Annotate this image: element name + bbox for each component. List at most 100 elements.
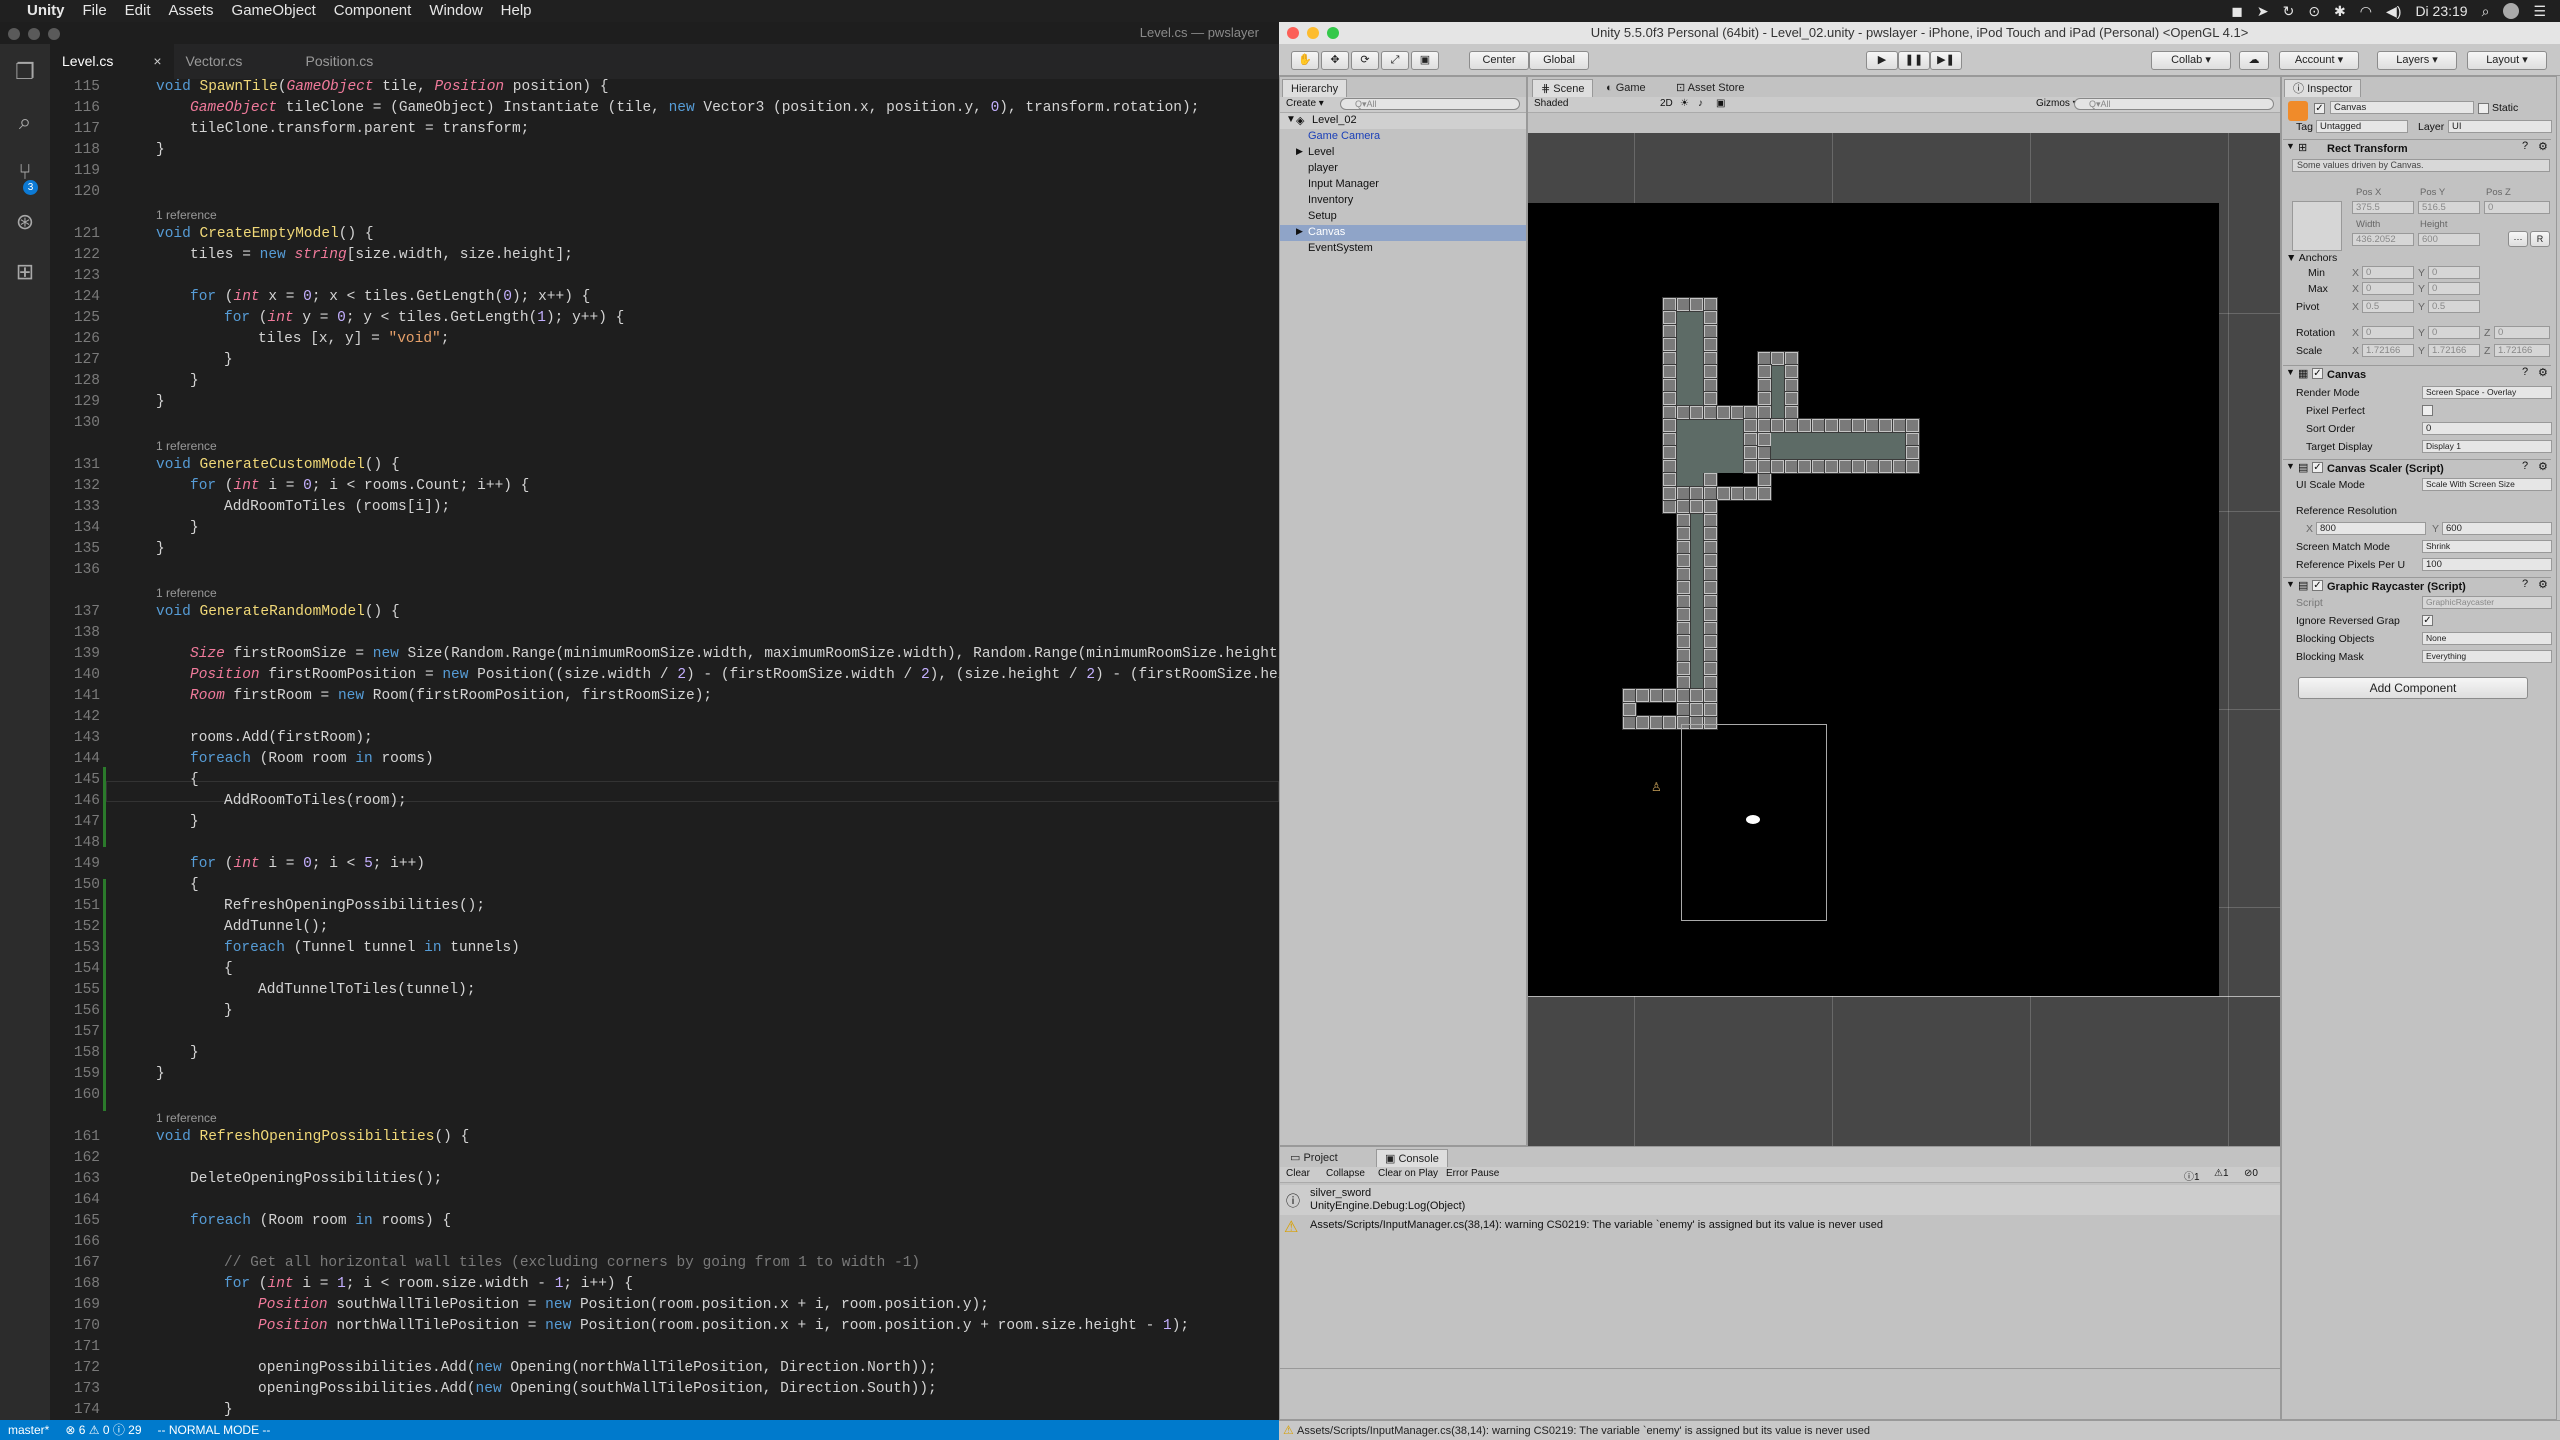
user-avatar[interactable] [2503, 3, 2520, 19]
expand-arrow-icon[interactable]: ▶ [1296, 146, 1303, 157]
spotlight-icon[interactable]: ⌕ [2482, 3, 2490, 20]
clear-on-play-button[interactable]: Clear on Play [1378, 1168, 1438, 1179]
help-icon[interactable]: ? [2522, 140, 2528, 152]
explorer-icon[interactable]: ❐ [13, 60, 37, 84]
height-field[interactable]: 600 [2418, 233, 2480, 246]
pause-button[interactable]: ❚❚ [1898, 51, 1930, 70]
render-mode-dropdown[interactable]: Screen Space - Overlay [2422, 386, 2552, 399]
object-name-field[interactable]: Canvas [2330, 101, 2474, 114]
ignore-reversed-checkbox[interactable]: ✓ [2422, 615, 2433, 626]
problems-count[interactable]: ⊗ 6 ⚠ 0 ⓘ 29 [65, 1420, 141, 1440]
scale-tool-icon[interactable]: ⤢ [1381, 51, 1409, 70]
reference-resolution-y[interactable]: 600 [2442, 522, 2552, 535]
console-splitter[interactable] [1280, 1368, 2280, 1369]
pixel-perfect-checkbox[interactable] [2422, 405, 2433, 416]
minimize-window-button[interactable] [1307, 27, 1319, 39]
anchor-max-y[interactable]: 0 [2428, 282, 2480, 295]
rotation-z[interactable]: 0 [2494, 326, 2550, 339]
anchor-presets-button[interactable] [2292, 201, 2342, 251]
warning-count-toggle[interactable]: ⚠1 [2214, 1168, 2229, 1179]
expand-arrow-icon[interactable]: ▼ [2286, 461, 2295, 471]
static-checkbox[interactable] [2478, 103, 2489, 114]
pivot-center-toggle[interactable]: Center [1469, 51, 1529, 70]
codelens-reference[interactable]: 1 reference [156, 1111, 217, 1125]
collab-dropdown[interactable]: Collab ▾ [2151, 51, 2231, 70]
menu-component[interactable]: Component [325, 0, 421, 22]
pos-y-field[interactable]: 516.5 [2418, 201, 2480, 214]
blocking-mask-dropdown[interactable]: Everything [2422, 650, 2552, 663]
zoom-window-button[interactable] [1327, 27, 1339, 39]
hierarchy-item[interactable]: Game Camera [1280, 129, 1526, 145]
layer-dropdown[interactable]: UI [2448, 120, 2552, 133]
sort-order-field[interactable]: 0 [2422, 422, 2552, 435]
scale-y[interactable]: 1.72166 [2428, 344, 2480, 357]
blocking-objects-dropdown[interactable]: None [2422, 632, 2552, 645]
component-enabled-checkbox[interactable]: ✓ [2312, 368, 2323, 379]
rect-transform-header[interactable]: Rect Transform [2283, 139, 2551, 157]
canvas-component-header[interactable]: Canvas [2283, 365, 2551, 383]
code-area[interactable]: 115 void SpawnTile(GameObject tile, Posit… [50, 79, 1279, 1420]
notification-center-icon[interactable]: ☰ [2533, 3, 2546, 20]
expand-arrow-icon[interactable]: ▼ [1286, 114, 1296, 125]
minimize-window-button[interactable] [28, 28, 40, 40]
anchor-max-x[interactable]: 0 [2362, 282, 2414, 295]
settings-gear-icon[interactable]: ⚙ [2538, 578, 2548, 591]
reference-resolution-x[interactable]: 800 [2316, 522, 2426, 535]
anchor-min-y[interactable]: 0 [2428, 266, 2480, 279]
unity-status-bar[interactable]: ⚠ Assets/Scripts/InputManager.cs(38,14):… [1279, 1420, 2560, 1440]
pos-x-field[interactable]: 375.5 [2352, 201, 2414, 214]
codelens-reference[interactable]: 1 reference [156, 586, 217, 600]
hierarchy-search-input[interactable]: Q▾All [1340, 98, 1520, 110]
hierarchy-tab[interactable]: Hierarchy [1282, 79, 1348, 97]
menu-help[interactable]: Help [492, 0, 541, 22]
target-display-dropdown[interactable]: Display 1 [2422, 440, 2552, 453]
codelens-reference[interactable]: 1 reference [156, 208, 217, 222]
collapse-button[interactable]: Collapse [1326, 1168, 1365, 1179]
close-window-button[interactable] [1287, 27, 1299, 39]
hierarchy-item[interactable]: Input Manager [1280, 177, 1526, 193]
move-tool-icon[interactable]: ✥ [1321, 51, 1349, 70]
raw-edit-button[interactable]: R [2530, 231, 2550, 247]
tab-scene[interactable]: ⋕ Scene [1532, 79, 1594, 97]
graphic-raycaster-header[interactable]: Graphic Raycaster (Script) [2283, 577, 2551, 595]
scene-root-row[interactable]: ▼ ◈ Level_02 [1280, 113, 1526, 129]
help-icon[interactable]: ? [2522, 578, 2528, 590]
tab-vector-cs[interactable]: Vector.cs [174, 44, 294, 79]
gizmos-dropdown[interactable]: Gizmos ▾ [2036, 98, 2078, 109]
wifi-icon[interactable]: ◠ [2360, 3, 2372, 20]
scale-x[interactable]: 1.72166 [2362, 344, 2414, 357]
zoom-window-button[interactable] [48, 28, 60, 40]
canvas-scaler-header[interactable]: Canvas Scaler (Script) [2283, 459, 2551, 477]
sync-icon[interactable]: ↻ [2283, 3, 2295, 20]
component-enabled-checkbox[interactable]: ✓ [2312, 462, 2323, 473]
expand-arrow-icon[interactable]: ▼ [2286, 141, 2295, 151]
clear-button[interactable]: Clear [1286, 1168, 1310, 1179]
scene-viewport[interactable]: ♙ [1528, 133, 2280, 1163]
active-checkbox[interactable]: ✓ [2314, 103, 2325, 114]
settings-gear-icon[interactable]: ⚙ [2538, 140, 2548, 153]
debug-icon[interactable]: ⊛ [13, 210, 37, 234]
step-button[interactable]: ▶❚ [1930, 51, 1962, 70]
rotation-y[interactable]: 0 [2428, 326, 2480, 339]
menu-window[interactable]: Window [420, 0, 491, 22]
2d-toggle[interactable]: 2D [1660, 98, 1673, 109]
hierarchy-item[interactable]: Inventory [1280, 193, 1526, 209]
tab-console[interactable]: ▣ Console [1376, 1149, 1448, 1167]
tab-game[interactable]: ◐ Game [1598, 79, 1654, 97]
settings-gear-icon[interactable]: ⚙ [2538, 460, 2548, 473]
time-machine-icon[interactable]: ⊙ [2308, 3, 2320, 20]
create-dropdown[interactable]: Create ▾ [1286, 98, 1324, 109]
scene-effects-icon[interactable]: ▣ [1716, 98, 1725, 109]
account-dropdown[interactable]: Account ▾ [2279, 51, 2359, 70]
shading-mode-dropdown[interactable]: Shaded [1534, 98, 1568, 109]
hierarchy-item[interactable]: player [1280, 161, 1526, 177]
add-component-button[interactable]: Add Component [2298, 677, 2528, 699]
anchors-label[interactable]: ▼ Anchors [2286, 252, 2337, 264]
menu-edit[interactable]: Edit [116, 0, 160, 22]
app-status-icon[interactable]: ◼ [2231, 3, 2243, 20]
error-pause-button[interactable]: Error Pause [1446, 1168, 1499, 1179]
scene-lighting-icon[interactable]: ☀ [1680, 98, 1689, 109]
pivot-global-toggle[interactable]: Global [1529, 51, 1589, 70]
expand-arrow-icon[interactable]: ▶ [1296, 226, 1303, 237]
pivot-x[interactable]: 0.5 [2362, 300, 2414, 313]
